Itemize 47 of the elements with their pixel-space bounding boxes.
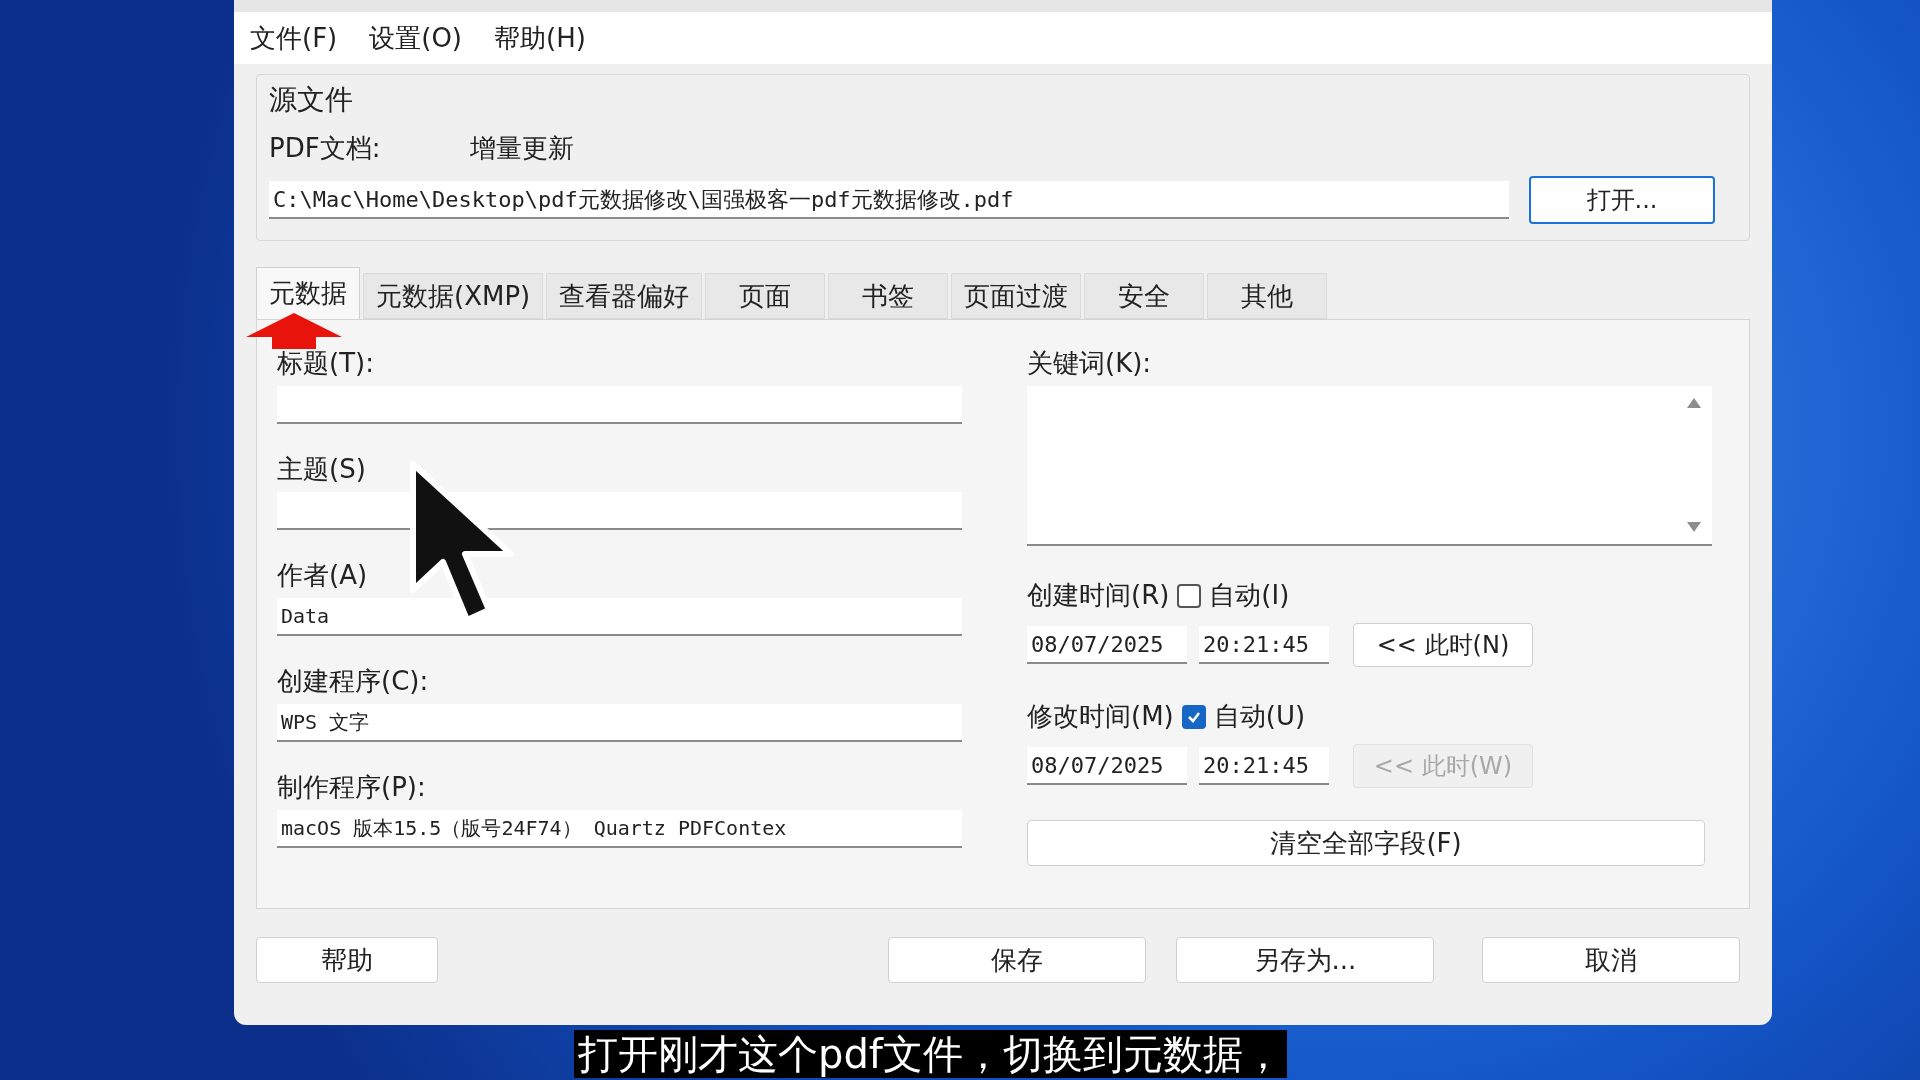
field-label: 关键词(K): <box>1027 347 1153 378</box>
field-label: 创建时间(R) <box>1027 579 1170 612</box>
tab[interactable]: 其他 <box>1207 273 1328 319</box>
input-field[interactable]: macOS 版本15.5（版号24F74） Quartz PDFContex <box>277 810 962 848</box>
video-subtitle: 打开刚才这个pdf文件，切换到元数据， <box>574 1030 1287 1078</box>
checkbox[interactable] <box>1177 583 1202 608</box>
time-field[interactable]: 20:21:45 <box>1199 626 1329 664</box>
dialog-button[interactable]: 取消 <box>1482 937 1740 983</box>
dialog-button[interactable]: 保存 <box>888 937 1146 983</box>
tab[interactable]: 安全 <box>1084 273 1205 319</box>
dialog-button[interactable]: 另存为... <box>1176 937 1434 983</box>
date-field[interactable]: 08/07/2025 <box>1027 747 1187 785</box>
pdf-label: PDF文档: <box>269 132 381 165</box>
tab[interactable]: 书签 <box>828 273 949 319</box>
time-field[interactable]: 20:21:45 <box>1199 747 1329 785</box>
menu-item[interactable]: 设置(O) <box>369 18 462 58</box>
scroll-up-icon[interactable] <box>1687 398 1701 408</box>
input-field[interactable] <box>277 492 962 530</box>
pdf-mode-text: 增量更新 <box>470 132 575 165</box>
scroll-down-icon[interactable] <box>1687 522 1701 532</box>
open-button[interactable]: 打开... <box>1529 176 1715 224</box>
input-field[interactable]: Data <box>277 598 962 636</box>
field-label: 创建程序(C): <box>277 665 430 696</box>
input-field[interactable] <box>277 386 962 424</box>
tab[interactable]: 查看器偏好 <box>546 273 703 319</box>
tab[interactable]: 页面 <box>705 273 826 319</box>
date-field[interactable]: 08/07/2025 <box>1027 626 1187 664</box>
input-field[interactable]: WPS 文字 <box>277 704 962 742</box>
tab[interactable]: 元数据(XMP) <box>363 273 544 319</box>
path-field[interactable]: C:\Mac\Home\Desktop\pdf元数据修改\国强极客一pdf元数据修改.pdf <box>269 181 1509 219</box>
checkbox[interactable] <box>1181 704 1206 729</box>
checkbox-label: 自动(U) <box>1213 700 1306 733</box>
checkbox-label: 自动(I) <box>1209 579 1290 612</box>
dialog-button[interactable]: 帮助 <box>256 937 438 983</box>
field-label: 修改时间(M) <box>1027 700 1174 733</box>
tab[interactable]: 元数据 <box>256 267 360 319</box>
group-title: 源文件 <box>269 82 354 118</box>
field-label: 作者(A) <box>277 559 369 590</box>
menu-item[interactable]: 帮助(H) <box>494 18 586 58</box>
now-button[interactable]: << 此时(N) <box>1353 623 1533 667</box>
field-label: 制作程序(P): <box>277 771 427 802</box>
clear-all-button[interactable]: 清空全部字段(F) <box>1027 820 1705 866</box>
annotation-arrow-icon <box>244 311 344 351</box>
field-label: 标题(T): <box>277 347 375 378</box>
field-label: 主题(S) <box>277 453 367 484</box>
menu-item[interactable]: 文件(F) <box>250 18 338 58</box>
tab[interactable]: 页面过渡 <box>951 273 1082 319</box>
